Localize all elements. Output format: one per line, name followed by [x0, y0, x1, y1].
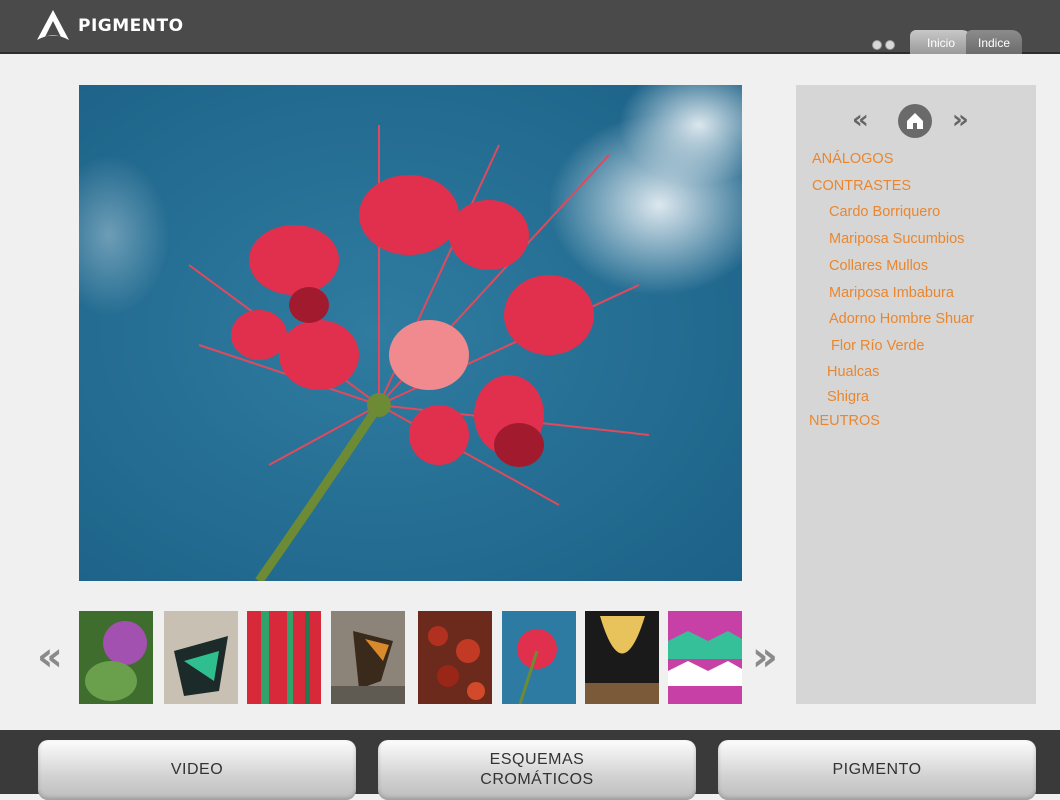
home-button[interactable]	[898, 104, 932, 138]
tab-indice[interactable]: Indice	[966, 30, 1022, 54]
media-controls	[872, 40, 895, 50]
mute-icon[interactable]	[872, 40, 882, 50]
threads-image	[247, 611, 321, 704]
main-photo	[79, 85, 742, 581]
gallery-next-button[interactable]: »	[752, 637, 778, 677]
brand-logo[interactable]: PIGMENTO	[36, 9, 184, 43]
side-panel: « » ANÁLOGOS CONTRASTES Cardo Borriquero…	[796, 85, 1036, 704]
thumbnail-seed-necklace[interactable]	[418, 611, 492, 704]
volume-icon[interactable]	[885, 40, 895, 50]
pigmento-button[interactable]: PIGMENTO	[718, 740, 1036, 800]
green-butterfly-image	[164, 611, 238, 704]
bead-necklace-image	[585, 611, 659, 704]
thumbnail-butterfly-brown[interactable]	[331, 611, 405, 704]
menu-item-shigra[interactable]: Shigra	[827, 389, 869, 405]
brand-name: PIGMENTO	[78, 16, 184, 36]
menu-item-mariposa-imbabura[interactable]: Mariposa Imbabura	[829, 285, 954, 301]
top-bar: PIGMENTO Inicio Indice	[0, 0, 1060, 54]
bottom-bar: VIDEO ESQUEMAS CROMÁTICOS PIGMENTO	[0, 730, 1060, 800]
flower-photo-image	[79, 85, 742, 581]
esquemas-cromaticos-button[interactable]: ESQUEMAS CROMÁTICOS	[378, 740, 696, 800]
thumbnail-thistle[interactable]	[79, 611, 153, 704]
menu-item-hualcas[interactable]: Hualcas	[827, 364, 879, 380]
thumbnail-woven-bag[interactable]	[668, 611, 742, 704]
menu-item-collares-mullos[interactable]: Collares Mullos	[829, 258, 928, 274]
menu-item-cardo-borriquero[interactable]: Cardo Borriquero	[829, 204, 940, 220]
menu-contrastes[interactable]: CONTRASTES	[812, 178, 911, 194]
home-icon	[907, 113, 923, 129]
next-page-button[interactable]: »	[952, 105, 969, 135]
gallery-prev-button[interactable]: «	[37, 637, 63, 677]
thistle-image	[79, 611, 153, 704]
tab-inicio[interactable]: Inicio	[910, 30, 972, 54]
thumbnail-red-flower[interactable]	[502, 611, 576, 704]
red-flower-image	[502, 611, 576, 704]
thumbnail-butterfly-green[interactable]	[164, 611, 238, 704]
esquemas-label-line2: CROMÁTICOS	[480, 771, 594, 788]
seed-necklace-image	[418, 611, 492, 704]
menu-analogos[interactable]: ANÁLOGOS	[812, 151, 893, 167]
thumbnail-collares[interactable]	[585, 611, 659, 704]
video-button-label: VIDEO	[170, 761, 224, 778]
thumbnail-threads[interactable]	[247, 611, 321, 704]
brown-butterfly-image	[331, 611, 405, 704]
menu-item-mariposa-sucumbios[interactable]: Mariposa Sucumbios	[829, 231, 964, 247]
pigmento-logo-icon	[37, 10, 69, 40]
menu-item-flor-rio-verde[interactable]: Flor Río Verde	[831, 338, 925, 354]
woven-bag-image	[668, 611, 742, 704]
prev-page-button[interactable]: «	[852, 105, 869, 135]
pigmento-button-label: PIGMENTO	[832, 761, 922, 778]
menu-item-adorno-hombre-shuar[interactable]: Adorno Hombre Shuar	[829, 311, 974, 327]
video-button[interactable]: VIDEO	[38, 740, 356, 800]
menu-neutros[interactable]: NEUTROS	[809, 413, 880, 429]
esquemas-label-line1: ESQUEMAS	[489, 751, 585, 768]
